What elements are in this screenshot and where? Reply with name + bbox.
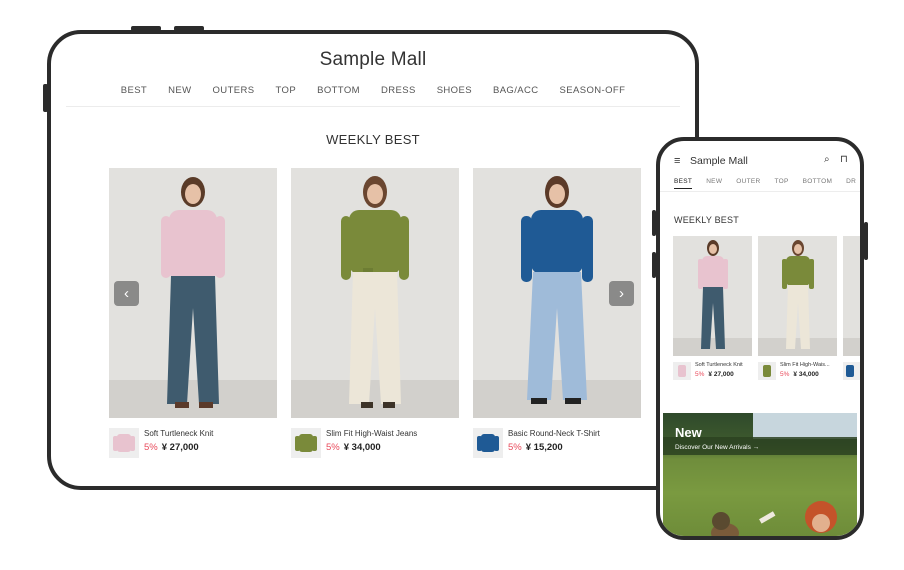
site-logo[interactable]: Sample Mall — [51, 49, 695, 71]
nav-item-shoes[interactable]: SHOES — [437, 85, 472, 96]
carousel-prev-button[interactable]: ‹ — [114, 281, 139, 306]
chevron-left-icon: ‹ — [124, 285, 129, 302]
product-name[interactable]: Basic Round-Neck T-Shirt — [508, 429, 600, 438]
discount-rate: 5% — [144, 442, 158, 453]
new-arrivals-banner[interactable]: New Discover Our New Arrivals → — [663, 413, 857, 536]
product-card[interactable]: Soft Turtleneck Knit 5% ¥ 27,000 — [109, 168, 277, 463]
phone-nav-best[interactable]: BEST — [674, 178, 693, 189]
phone-section-title: WEEKLY BEST — [674, 215, 739, 225]
cart-icon[interactable]: ⊓ — [840, 154, 848, 165]
phone-device: ≡ Sample Mall ⌕ ⊓ BEST NEW OUTER TOP BOT… — [656, 137, 864, 540]
product-thumbnail[interactable] — [473, 428, 503, 458]
product-name[interactable]: Slim Fit High-Waist Jeans — [326, 429, 417, 438]
discount-rate: 5% — [508, 442, 522, 453]
product-thumbnail[interactable] — [843, 362, 860, 380]
phone-nav-outer[interactable]: OUTER — [736, 178, 760, 189]
phone-nav-bottom[interactable]: BOTTOM — [803, 178, 833, 189]
phone-nav-dress[interactable]: DR — [846, 178, 856, 189]
phone-power-button — [864, 222, 868, 260]
nav-item-season-off[interactable]: SEASON-OFF — [560, 85, 626, 96]
product-card[interactable]: Slim Fit High-Waist Jeans 5% ¥ 34,000 — [291, 168, 459, 463]
tablet-device: Sample Mall BEST NEW OUTERS TOP BOTTOM D… — [47, 30, 699, 490]
phone-product-card[interactable]: Soft Turtleneck Knit 5% ¥ 27,000 — [673, 236, 752, 384]
nav-item-bottom[interactable]: BOTTOM — [317, 85, 360, 96]
price-amount: ¥ 15,200 — [525, 442, 563, 453]
phone-product-card[interactable]: Slim Fit High-Wais... 5% ¥ 34,000 — [758, 236, 837, 384]
product-thumbnail[interactable] — [109, 428, 139, 458]
phone-nav: BEST NEW OUTER TOP BOTTOM DR — [674, 178, 856, 189]
product-thumbnail[interactable] — [673, 362, 691, 380]
banner-link[interactable]: Discover Our New Arrivals → — [675, 444, 759, 451]
product-name[interactable]: Soft Turtleneck Knit — [144, 429, 213, 438]
nav-item-dress[interactable]: DRESS — [381, 85, 416, 96]
product-thumbnail[interactable] — [758, 362, 776, 380]
product-name[interactable]: Slim Fit High-Wais... — [780, 362, 837, 368]
nav-item-best[interactable]: BEST — [121, 85, 147, 96]
nav-item-bag-acc[interactable]: BAG/ACC — [493, 85, 539, 96]
discount-rate: 5% — [780, 371, 790, 378]
nav-item-outers[interactable]: OUTERS — [213, 85, 255, 96]
carousel-next-button[interactable]: › — [609, 281, 634, 306]
phone-nav-top[interactable]: TOP — [775, 178, 789, 189]
product-image[interactable] — [673, 236, 752, 356]
hamburger-menu-icon[interactable]: ≡ — [674, 155, 680, 167]
banner-title: New — [675, 425, 702, 440]
chevron-right-icon: › — [619, 285, 624, 302]
product-price: 5% ¥ 34,000 — [780, 371, 819, 378]
nav-item-new[interactable]: NEW — [168, 85, 191, 96]
product-card[interactable]: Basic Round-Neck T-Shirt 5% ¥ 15,200 — [473, 168, 641, 463]
price-amount: ¥ 34,000 — [343, 442, 381, 453]
main-nav: BEST NEW OUTERS TOP BOTTOM DRESS SHOES B… — [51, 85, 695, 96]
nav-item-top[interactable]: TOP — [276, 85, 297, 96]
product-thumbnail[interactable] — [291, 428, 321, 458]
discount-rate: 5% — [326, 442, 340, 453]
product-price: 5% ¥ 34,000 — [326, 442, 381, 453]
product-image[interactable] — [843, 236, 860, 356]
phone-nav-divider — [660, 191, 860, 192]
product-price: 5% ¥ 27,000 — [144, 442, 199, 453]
price-amount: ¥ 27,000 — [161, 442, 199, 453]
phone-nav-new[interactable]: NEW — [706, 178, 722, 189]
phone-site-logo[interactable]: Sample Mall — [690, 155, 748, 167]
nav-divider — [66, 106, 680, 107]
product-image[interactable] — [291, 168, 459, 418]
discount-rate: 5% — [695, 371, 705, 378]
product-image[interactable] — [758, 236, 837, 356]
price-amount: ¥ 34,000 — [793, 371, 819, 378]
phone-product-card[interactable] — [843, 236, 860, 384]
section-title: WEEKLY BEST — [326, 132, 420, 147]
product-price: 5% ¥ 27,000 — [695, 371, 734, 378]
price-amount: ¥ 27,000 — [708, 371, 734, 378]
product-price: 5% ¥ 15,200 — [508, 442, 563, 453]
product-name[interactable]: Soft Turtleneck Knit — [695, 362, 752, 368]
search-icon[interactable]: ⌕ — [824, 154, 830, 165]
